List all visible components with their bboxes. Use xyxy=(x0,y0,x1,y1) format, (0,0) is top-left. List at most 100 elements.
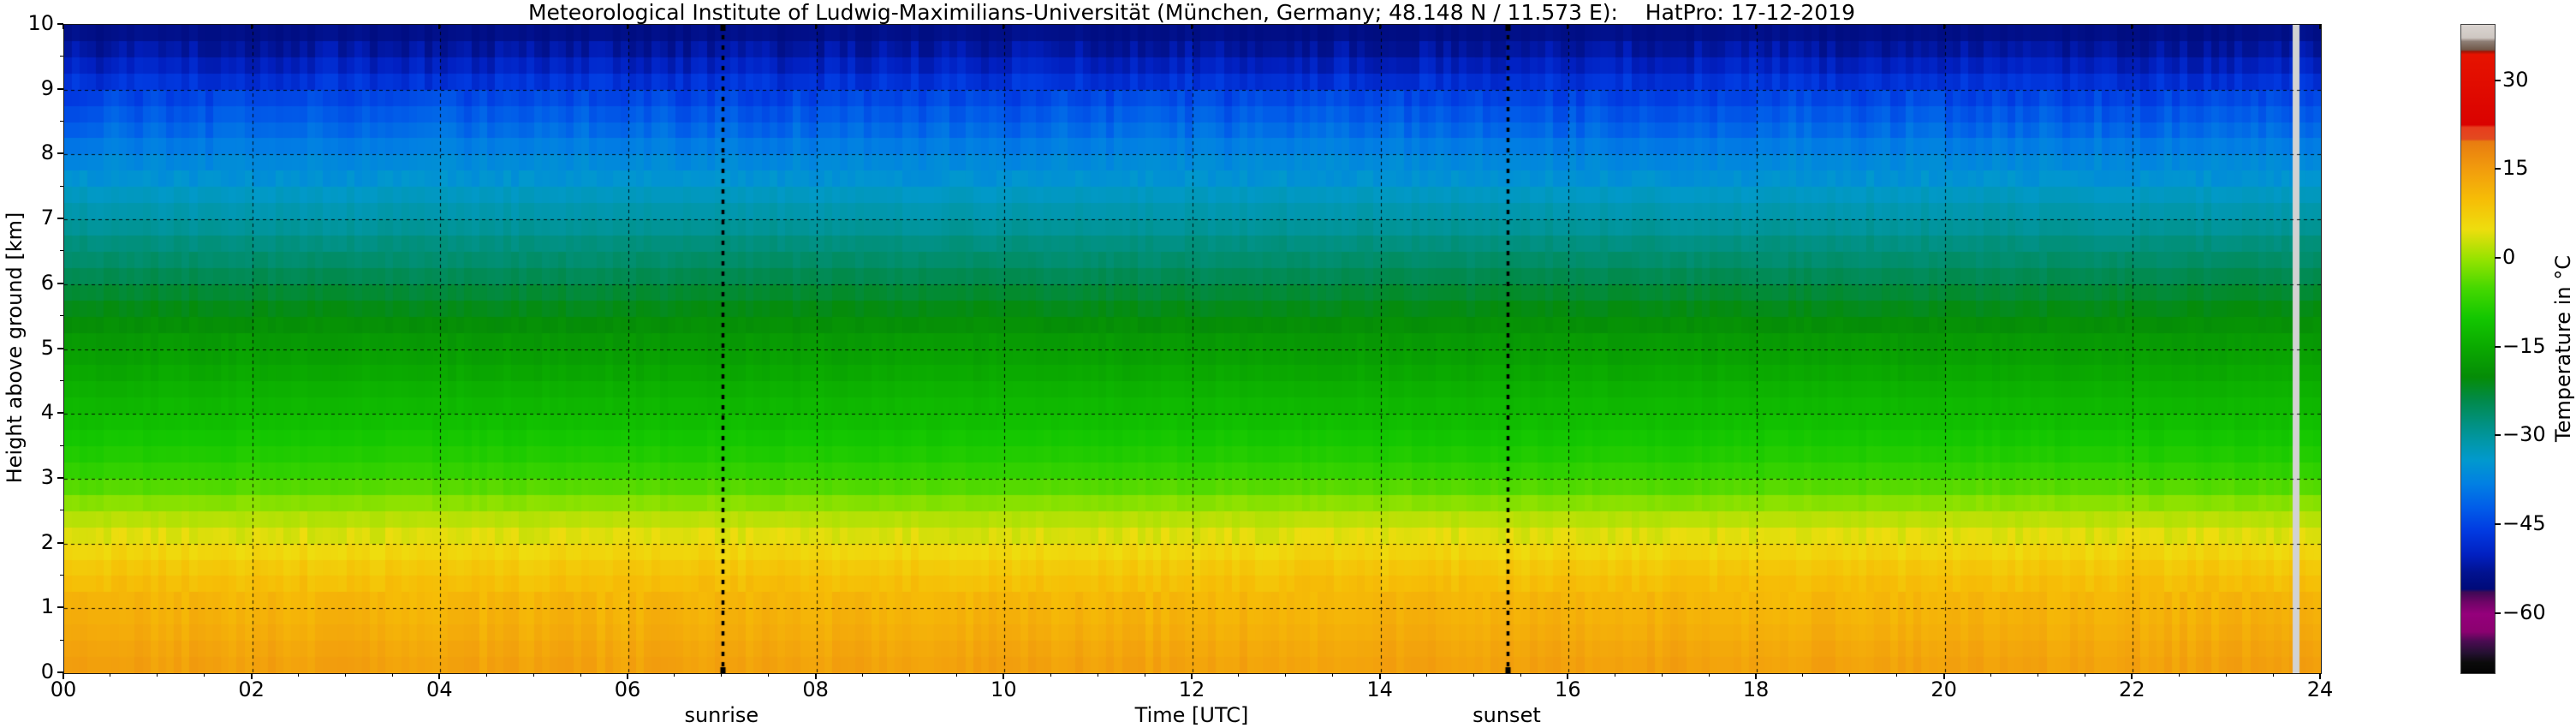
x-tick-label: 14 xyxy=(1342,677,1419,701)
x-tick-label: 08 xyxy=(777,677,854,701)
x-tick-label: 16 xyxy=(1529,677,1606,701)
x-minor-tick-mark xyxy=(2273,673,2274,677)
x-tick-label: 24 xyxy=(2282,677,2359,701)
x-tick-mark-top xyxy=(1943,24,1945,29)
x-tick-mark xyxy=(438,673,440,679)
x-tick-mark xyxy=(1943,673,1945,679)
x-tick-mark xyxy=(1379,673,1381,679)
colorbar-tick-label: 0 xyxy=(2502,245,2515,269)
y-minor-tick-mark xyxy=(60,186,63,187)
y-tick-label: 10 xyxy=(12,11,54,35)
y-tick-label: 4 xyxy=(12,400,54,424)
x-minor-tick-mark xyxy=(580,673,581,677)
x-tick-mark-top xyxy=(251,24,253,29)
x-minor-tick-mark xyxy=(392,673,393,677)
temperature-heatmap-canvas xyxy=(64,25,2321,673)
x-tick-mark-top xyxy=(1755,24,1757,29)
x-minor-tick-mark xyxy=(1050,673,1051,677)
y-tick-label: 6 xyxy=(12,271,54,295)
colorbar-tick-label: −15 xyxy=(2502,334,2546,358)
y-tick-label: 7 xyxy=(12,206,54,230)
colorbar-tick-label: −45 xyxy=(2502,511,2546,535)
y-tick-mark xyxy=(57,348,63,349)
x-minor-tick-mark xyxy=(298,673,299,677)
colorbar-tick-mark xyxy=(2495,523,2501,525)
x-tick-mark xyxy=(1755,673,1757,679)
x-minor-tick-mark xyxy=(2179,673,2180,677)
colorbar-tick-label: 30 xyxy=(2502,68,2529,92)
y-tick-label: 9 xyxy=(12,76,54,100)
x-minor-tick-mark xyxy=(1849,673,1850,677)
colorbar-tick-label: 15 xyxy=(2502,156,2529,180)
colorbar-tick-label: −60 xyxy=(2502,600,2546,624)
x-minor-tick-mark xyxy=(1285,673,1286,677)
colorbar-tick-mark xyxy=(2495,168,2501,170)
y-tick-label: 1 xyxy=(12,594,54,618)
x-minor-tick-mark xyxy=(345,673,346,677)
x-minor-tick-mark xyxy=(2226,673,2227,677)
x-tick-mark xyxy=(1567,673,1568,679)
y-minor-tick-mark xyxy=(60,315,63,316)
colorbar-tick-mark xyxy=(2495,346,2501,348)
y-minor-tick-mark xyxy=(60,380,63,381)
x-tick-mark-top xyxy=(1567,24,1568,29)
y-tick-mark xyxy=(57,671,63,673)
x-tick-label: 22 xyxy=(2093,677,2170,701)
y-tick-mark xyxy=(57,606,63,608)
y-minor-tick-mark xyxy=(60,250,63,251)
heatmap-plot-area xyxy=(63,24,2322,674)
colorbar-tick-mark xyxy=(2495,612,2501,614)
colorbar-tick-mark xyxy=(2495,434,2501,436)
colorbar-label: Temperature in °C xyxy=(2551,255,2575,442)
y-tick-mark xyxy=(57,218,63,219)
x-minor-tick-mark xyxy=(674,673,675,677)
x-tick-mark-top xyxy=(1379,24,1381,29)
chart-title: Meteorological Institute of Ludwig-Maxim… xyxy=(63,0,2320,25)
y-minor-tick-mark xyxy=(60,56,63,57)
y-minor-tick-mark xyxy=(60,121,63,122)
x-tick-mark-top xyxy=(1002,24,1004,29)
colorbar-tick-label: −30 xyxy=(2502,422,2546,446)
x-tick-label: 12 xyxy=(1153,677,1230,701)
x-minor-tick-mark xyxy=(1896,673,1897,677)
x-minor-tick-mark xyxy=(721,673,722,677)
y-tick-label: 3 xyxy=(12,465,54,489)
x-tick-label: 04 xyxy=(401,677,478,701)
x-tick-mark-top xyxy=(1191,24,1193,29)
x-minor-tick-mark xyxy=(1662,673,1663,677)
x-minor-tick-mark xyxy=(1332,673,1333,677)
y-tick-mark xyxy=(57,23,63,25)
x-tick-mark-top xyxy=(815,24,817,29)
x-axis-label: Time [UTC] xyxy=(63,703,2320,727)
colorbar xyxy=(2460,24,2496,674)
y-minor-tick-mark xyxy=(60,575,63,576)
x-tick-mark-top xyxy=(2131,24,2133,29)
x-tick-mark-top xyxy=(2319,24,2321,29)
x-tick-mark xyxy=(1002,673,1004,679)
x-minor-tick-mark xyxy=(533,673,534,677)
y-minor-tick-mark xyxy=(60,445,63,446)
x-tick-label: 06 xyxy=(589,677,666,701)
x-minor-tick-mark xyxy=(1709,673,1710,677)
y-tick-mark xyxy=(57,477,63,479)
y-tick-mark xyxy=(57,283,63,284)
x-minor-tick-mark xyxy=(909,673,910,677)
x-tick-mark xyxy=(2319,673,2321,679)
x-tick-label: 20 xyxy=(1906,677,1983,701)
x-minor-tick-mark xyxy=(157,673,158,677)
x-tick-mark-top xyxy=(438,24,440,29)
figure: Meteorological Institute of Ludwig-Maxim… xyxy=(0,0,2576,728)
x-minor-tick-mark xyxy=(1990,673,1991,677)
y-tick-mark xyxy=(57,412,63,414)
y-minor-tick-mark xyxy=(60,640,63,641)
x-tick-mark xyxy=(2131,673,2133,679)
x-tick-mark xyxy=(62,673,64,679)
x-tick-label: 18 xyxy=(1717,677,1794,701)
x-minor-tick-mark xyxy=(768,673,769,677)
x-minor-tick-mark xyxy=(956,673,957,677)
y-tick-mark xyxy=(57,152,63,154)
y-tick-label: 8 xyxy=(12,140,54,164)
y-tick-label: 2 xyxy=(12,530,54,554)
y-tick-mark xyxy=(57,88,63,90)
x-minor-tick-mark xyxy=(1802,673,1803,677)
